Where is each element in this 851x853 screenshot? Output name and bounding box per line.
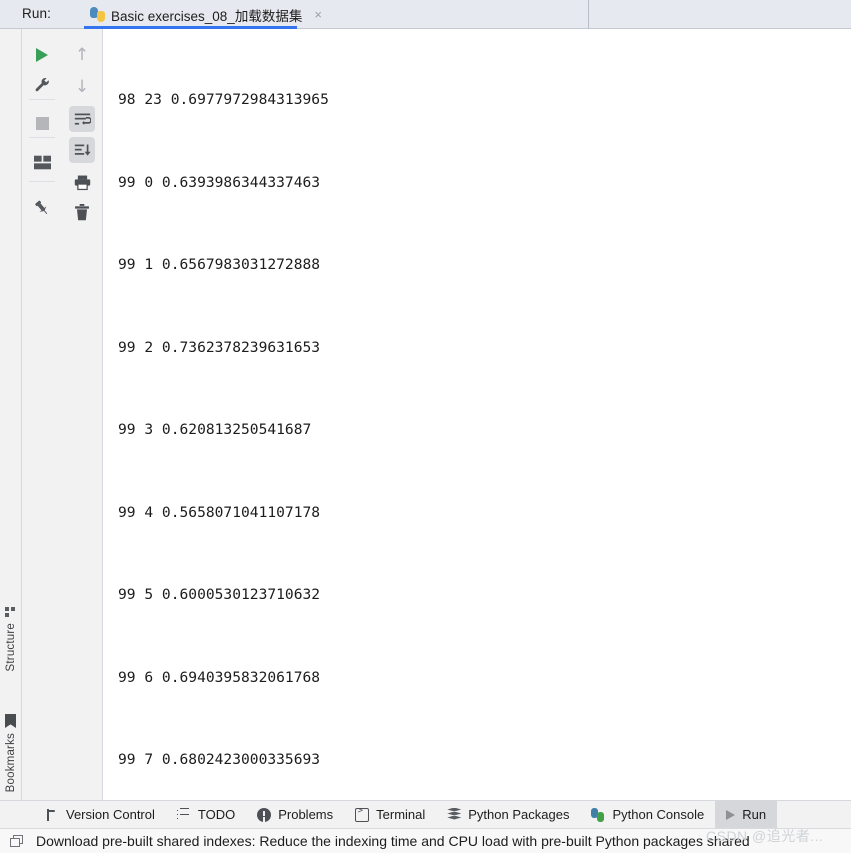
console-line: 99 3 0.620813250541687 (118, 421, 312, 438)
pin-tab-button[interactable] (29, 195, 55, 221)
tool-button-python-console[interactable]: Python Console (580, 801, 715, 829)
scroll-to-end-button[interactable] (69, 137, 95, 163)
up-arrow-button[interactable]: ↑ (69, 42, 95, 68)
warning-circle-icon (257, 807, 272, 822)
python-file-icon (90, 7, 105, 22)
layout-icon (33, 155, 51, 169)
terminal-icon (355, 806, 370, 822)
tool-button-label: Version Control (66, 807, 155, 822)
run-tab-title: Basic exercises_08_加载数据集 (111, 8, 303, 24)
trash-icon (75, 203, 89, 220)
console-output[interactable]: 98 23 0.6977972984313965 99 0 0.63939863… (104, 30, 851, 800)
close-icon[interactable]: × (314, 8, 322, 21)
tool-button-run[interactable]: Run (715, 800, 778, 829)
branch-icon (45, 808, 59, 822)
tool-button-label: Python Console (612, 807, 705, 822)
structure-label: Structure (4, 623, 17, 672)
toolbar-separator (29, 99, 55, 100)
play-icon (726, 809, 736, 820)
run-tool-window-header: Run: Basic exercises_08_加载数据集 × (0, 0, 851, 29)
scroll-to-end-icon (74, 144, 91, 156)
tool-button-label: Python Packages (468, 807, 570, 822)
python-icon (591, 807, 605, 822)
down-arrow-button[interactable]: ↓ (69, 74, 95, 100)
list-icon (176, 807, 191, 822)
tool-button-label: Problems (278, 807, 334, 822)
stop-icon (35, 116, 49, 130)
toolbar-separator (29, 181, 55, 182)
printer-icon (74, 175, 90, 190)
active-tab-indicator (84, 26, 297, 29)
console-line: 99 6 0.6940395832061768 (118, 668, 321, 686)
soft-wrap-icon (74, 113, 91, 125)
arrow-up-icon: ↑ (74, 44, 90, 65)
pin-icon (35, 200, 48, 215)
sidebar-item-bookmarks[interactable]: Bookmarks (0, 714, 21, 792)
tool-button-python-packages[interactable]: Python Packages (436, 801, 580, 829)
play-icon (36, 48, 48, 62)
structure-icon (5, 607, 16, 618)
tool-button-label: Terminal (376, 807, 426, 822)
console-line: 99 0 0.6393986344337463 (118, 173, 321, 191)
run-toolbar-primary (22, 29, 62, 800)
bookmarks-label: Bookmarks (4, 733, 17, 793)
console-line: 99 1 0.6567983031272888 (118, 256, 321, 273)
soft-wrap-button[interactable] (69, 106, 95, 132)
sidebar-item-structure[interactable]: Structure (0, 607, 21, 671)
console-line: 99 7 0.6802423000335693 (118, 751, 321, 768)
tool-button-label: TODO (197, 807, 236, 822)
status-bar[interactable]: Download pre-built shared indexes: Reduc… (0, 828, 851, 853)
tool-window-bar: Version Control TODO Problems Terminal P… (0, 800, 851, 829)
stack-icon (447, 807, 462, 822)
header-divider (588, 0, 589, 29)
tool-button-problems[interactable]: Problems (246, 801, 344, 829)
console-line: 99 5 0.6000530123710632 (118, 586, 321, 603)
console-line: 98 23 0.6977972984313965 (118, 91, 329, 108)
console-line: 99 4 0.5658071041107178 (118, 503, 321, 521)
console-line: 99 2 0.7362378239631653 (118, 338, 321, 356)
run-tool-window-label: Run: (22, 6, 51, 21)
run-configuration-tab[interactable]: Basic exercises_08_加载数据集 × (84, 0, 328, 29)
left-tool-strip: Structure Bookmarks (0, 29, 22, 800)
rerun-button[interactable] (29, 42, 55, 68)
bookmark-icon (5, 714, 16, 728)
tool-button-terminal[interactable]: Terminal (344, 801, 436, 829)
toolbar-separator (29, 137, 55, 138)
wrench-icon (35, 77, 49, 91)
shared-indexes-icon (10, 834, 24, 848)
tool-button-todo[interactable]: TODO (166, 801, 246, 829)
arrow-down-icon: ↓ (74, 76, 90, 97)
stop-button[interactable] (29, 110, 55, 136)
settings-wrench-button[interactable] (29, 72, 55, 98)
tool-button-version-control[interactable]: Version Control (34, 801, 166, 829)
print-button[interactable] (69, 169, 95, 195)
run-toolbar-secondary: ↑ ↓ (62, 29, 103, 800)
layout-button[interactable] (29, 149, 55, 175)
pycharm-run-window: Run: Basic exercises_08_加载数据集 × Structur… (0, 0, 851, 853)
tool-button-label: Run (742, 807, 767, 822)
clear-all-button[interactable] (69, 199, 95, 225)
status-message: Download pre-built shared indexes: Reduc… (36, 833, 750, 849)
